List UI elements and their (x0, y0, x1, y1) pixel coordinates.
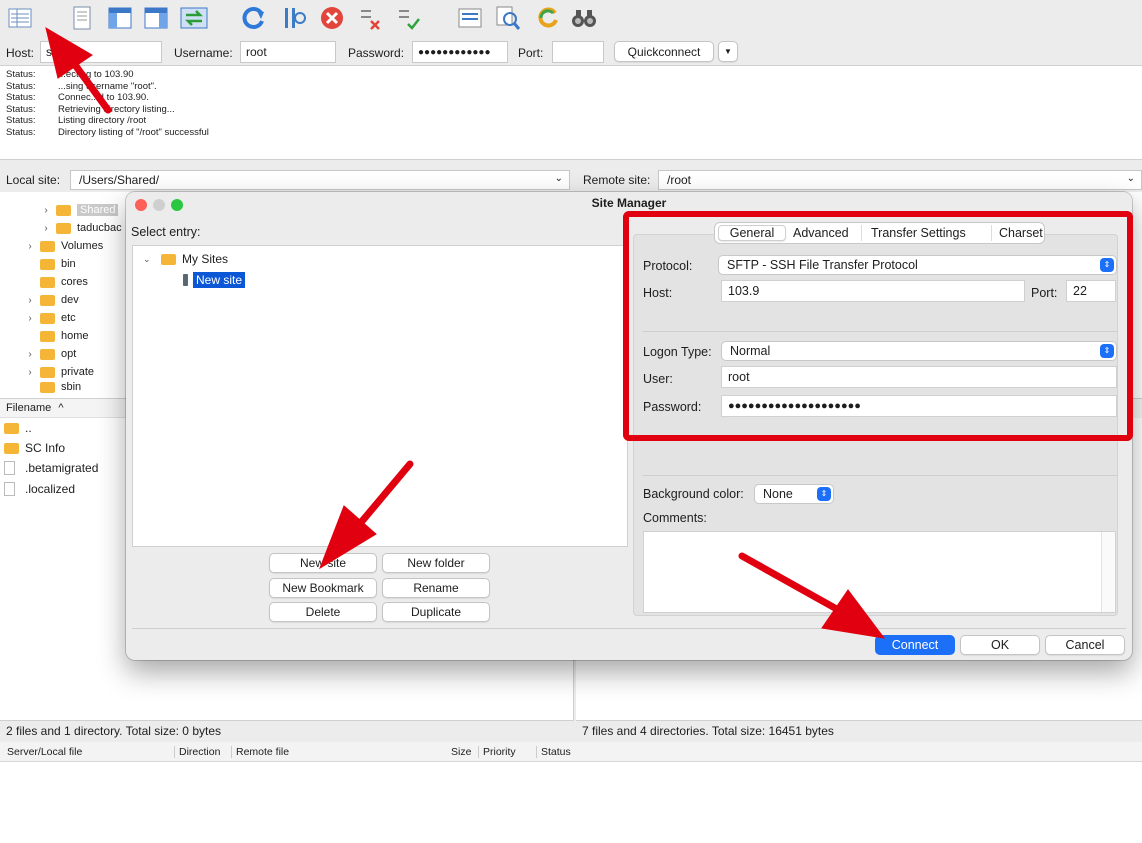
annotation-arrows (45, 26, 886, 639)
arrow-icon (738, 552, 846, 616)
arrow-head-icon (821, 589, 886, 639)
arrow-icon (354, 460, 414, 530)
arrow-head-icon (45, 26, 93, 79)
